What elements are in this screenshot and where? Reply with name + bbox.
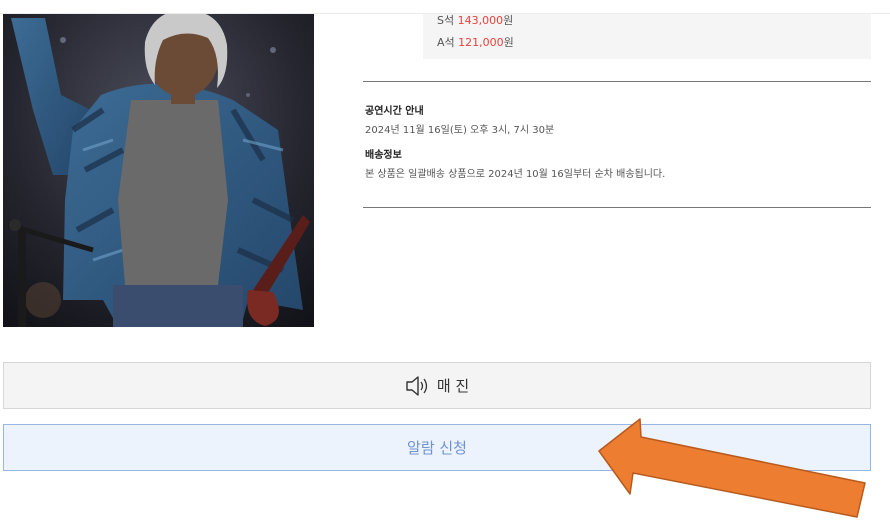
price-unit: 원 bbox=[503, 14, 514, 27]
schedule-title: 공연시간 안내 bbox=[365, 106, 424, 117]
speaker-icon bbox=[405, 375, 431, 397]
soldout-button[interactable]: 매 진 bbox=[3, 362, 871, 409]
price-row-s: S석 143,000원 bbox=[437, 12, 513, 28]
delivery-title: 배송정보 bbox=[365, 150, 402, 161]
soldout-label: 매 진 bbox=[436, 377, 470, 395]
price-amount: 121,000 bbox=[458, 36, 504, 49]
price-amount: 143,000 bbox=[457, 14, 504, 27]
schedule-text: 2024년 11월 16일(토) 오후 3시, 7시 30분 bbox=[365, 125, 555, 136]
concert-poster-image bbox=[3, 0, 314, 327]
price-row-a: A석 121,000원 bbox=[437, 34, 514, 50]
top-bar bbox=[0, 0, 890, 14]
divider bbox=[363, 81, 871, 82]
seat-grade-label: S석 bbox=[437, 14, 455, 27]
alarm-label: 알람 신청 bbox=[407, 439, 467, 457]
seat-grade-label: A석 bbox=[437, 36, 455, 49]
delivery-text: 본 상품은 일괄배송 상품으로 2024년 10월 16일부터 순차 배송됩니다… bbox=[365, 169, 666, 180]
divider bbox=[363, 207, 871, 208]
price-unit: 원 bbox=[503, 36, 514, 49]
arrow-annotation bbox=[595, 415, 870, 520]
